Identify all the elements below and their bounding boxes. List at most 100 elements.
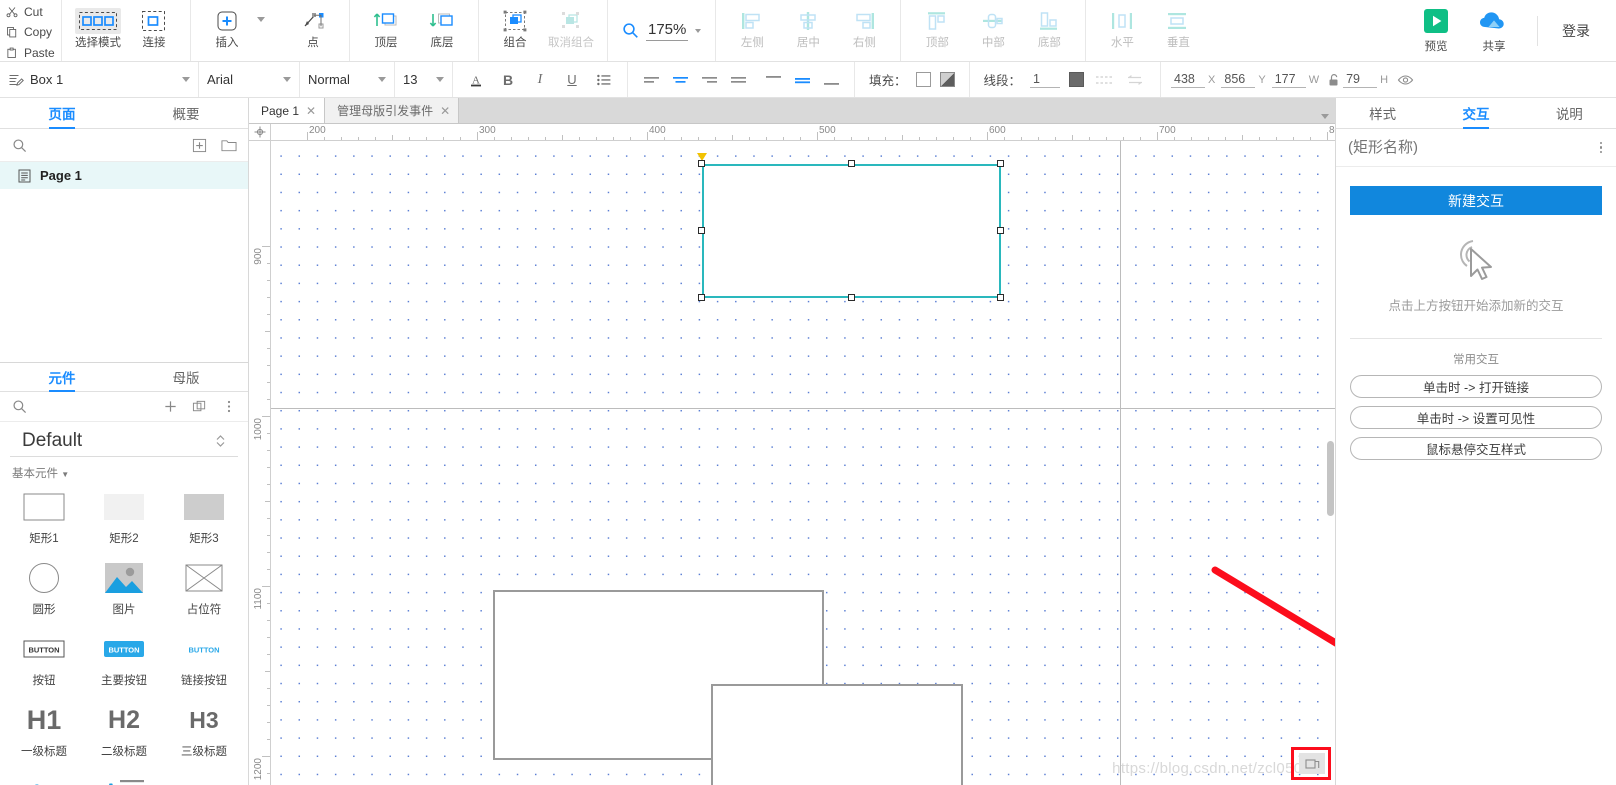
ribbon-align-left[interactable]: 左侧 <box>724 6 780 50</box>
zoom-control[interactable]: 175% <box>608 0 717 61</box>
tab-interactions[interactable]: 交互 <box>1429 98 1522 128</box>
paste-button[interactable]: Paste <box>6 45 61 61</box>
widget-link-button[interactable]: BUTTON 链接按钮 <box>164 627 244 692</box>
ribbon-align-center[interactable]: 居中 <box>780 6 836 50</box>
widget-horizontal-line[interactable] <box>164 769 244 785</box>
ribbon-distribute-v[interactable]: 垂直 <box>1150 6 1206 50</box>
horizontal-ruler[interactable]: 200 300 400 500 600 700 800 <box>271 124 1335 140</box>
unlock-icon[interactable] <box>1325 69 1343 91</box>
common-interaction-open-link[interactable]: 单击时 -> 打开链接 <box>1350 375 1602 398</box>
page-item-page-1[interactable]: Page 1 <box>0 162 248 189</box>
widget-rectangle2[interactable]: 矩形2 <box>84 485 164 550</box>
bold-icon[interactable]: B <box>497 69 519 91</box>
new-interaction-button[interactable]: 新建交互 <box>1350 186 1602 215</box>
ribbon-insert[interactable]: 插入 <box>199 6 255 50</box>
font-weight-combo[interactable]: Normal <box>300 62 395 97</box>
font-size-combo[interactable]: 13 <box>395 62 453 97</box>
line-style-dashed-icon[interactable] <box>1093 69 1115 91</box>
widget-h1[interactable]: H1 一级标题 <box>4 698 84 763</box>
ribbon-send-to-back[interactable]: 底层 <box>414 6 470 50</box>
canvas-tab-master-events[interactable]: 管理母版引发事件 ✕ <box>325 98 460 123</box>
login-button[interactable]: 登录 <box>1552 21 1600 41</box>
widget-button[interactable]: BUTTON 按钮 <box>4 627 84 692</box>
search-icon[interactable] <box>10 397 29 416</box>
resize-handle-e[interactable] <box>997 227 1004 234</box>
ribbon-point[interactable]: 点 <box>285 6 341 50</box>
widget-h3[interactable]: H3 三级标题 <box>164 698 244 763</box>
width-input[interactable]: 177 <box>1271 72 1306 88</box>
close-icon[interactable]: ✕ <box>306 104 316 118</box>
design-canvas[interactable]: https://blog.csdn.net/zcl0505 <box>271 141 1335 785</box>
widget-h2[interactable]: H2 二级标题 <box>84 698 164 763</box>
widget-paragraph[interactable]: A <box>84 769 164 785</box>
ribbon-align-bottom[interactable]: 底部 <box>1021 6 1077 50</box>
duplicate-icon[interactable] <box>190 397 209 416</box>
tab-notes[interactable]: 说明 <box>1523 98 1616 128</box>
widget-placeholder[interactable]: 占位符 <box>164 556 244 621</box>
widget-primary-button[interactable]: BUTTON 主要按钮 <box>84 627 164 692</box>
more-icon[interactable] <box>219 397 238 416</box>
align-text-justify-icon[interactable] <box>727 69 749 91</box>
valign-bottom-icon[interactable] <box>820 69 842 91</box>
line-color-swatch[interactable] <box>1069 72 1085 87</box>
widget-text-label[interactable]: A <box>4 769 84 785</box>
share-button[interactable]: 共享 <box>1465 8 1523 54</box>
tab-masters[interactable]: 母版 <box>124 363 248 391</box>
add-page-icon[interactable] <box>190 136 209 155</box>
line-width-input[interactable]: 1 <box>1030 72 1061 88</box>
insert-dropdown-caret[interactable] <box>255 6 265 32</box>
canvas-tab-page-1[interactable]: Page 1 ✕ <box>249 98 326 123</box>
valign-middle-icon[interactable] <box>791 69 813 91</box>
canvas-vertical-scrollbar[interactable] <box>1327 441 1334 516</box>
italic-icon[interactable]: I <box>529 69 551 91</box>
bullet-list-icon[interactable] <box>593 69 615 91</box>
copy-button[interactable]: Copy <box>6 24 61 40</box>
tab-widgets[interactable]: 元件 <box>0 363 124 391</box>
tab-outline[interactable]: 概要 <box>124 98 248 128</box>
fill-gradient-swatch[interactable] <box>939 72 955 87</box>
new-folder-icon[interactable] <box>219 136 238 155</box>
font-family-combo[interactable]: Arial <box>199 62 300 97</box>
ribbon-align-top[interactable]: 顶部 <box>909 6 965 50</box>
ribbon-select-mode[interactable]: 选择模式 <box>70 6 126 50</box>
zoom-chevron-down-icon[interactable] <box>695 28 702 33</box>
align-text-right-icon[interactable] <box>698 69 720 91</box>
visibility-eye-icon[interactable] <box>1394 69 1416 91</box>
resize-handle-se[interactable] <box>997 294 1004 301</box>
widget-name-input[interactable] <box>1348 139 1548 156</box>
tab-pages[interactable]: 页面 <box>0 98 124 128</box>
widget-rectangle3[interactable]: 矩形3 <box>164 485 244 550</box>
y-position-input[interactable]: 856 <box>1221 72 1256 88</box>
preview-button[interactable]: 预览 <box>1407 8 1465 54</box>
ribbon-distribute-h[interactable]: 水平 <box>1094 6 1150 50</box>
close-icon[interactable]: ✕ <box>440 104 450 118</box>
resize-handle-s[interactable] <box>848 294 855 301</box>
vertical-ruler[interactable]: 900 1000 1100 1200 <box>249 141 271 785</box>
tab-style[interactable]: 样式 <box>1336 98 1429 128</box>
line-arrow-icon[interactable] <box>1124 69 1146 91</box>
ribbon-align-right[interactable]: 右侧 <box>836 6 892 50</box>
widget-image[interactable]: 图片 <box>84 556 164 621</box>
resize-handle-w[interactable] <box>698 227 705 234</box>
align-text-left-icon[interactable] <box>640 69 662 91</box>
x-position-input[interactable]: 438 <box>1171 72 1206 88</box>
widget-circle[interactable]: 圆形 <box>4 556 84 621</box>
ribbon-group[interactable]: 组合 <box>487 6 543 50</box>
widget-rectangle1[interactable]: 矩形1 <box>4 485 84 550</box>
widget-name-combo[interactable]: Box 1 <box>0 62 199 97</box>
resize-handle-ne[interactable] <box>997 160 1004 167</box>
add-icon[interactable] <box>161 397 180 416</box>
library-selector[interactable]: Default <box>10 426 238 458</box>
height-input[interactable]: 79 <box>1343 72 1378 88</box>
canvas-tabs-chevron-down-icon[interactable] <box>1321 114 1329 119</box>
library-category[interactable]: 基本元件 ▼ <box>0 457 248 485</box>
resize-handle-n[interactable] <box>848 160 855 167</box>
align-text-center-icon[interactable] <box>669 69 691 91</box>
ribbon-connect[interactable]: 连接 <box>126 6 182 50</box>
ribbon-align-middle[interactable]: 中部 <box>965 6 1021 50</box>
widget-name-field[interactable]: Box 1 <box>30 62 190 97</box>
valign-top-icon[interactable] <box>762 69 784 91</box>
resize-handle-sw[interactable] <box>698 294 705 301</box>
common-interaction-set-visibility[interactable]: 单击时 -> 设置可见性 <box>1350 406 1602 429</box>
selected-rectangle[interactable] <box>702 164 1001 298</box>
